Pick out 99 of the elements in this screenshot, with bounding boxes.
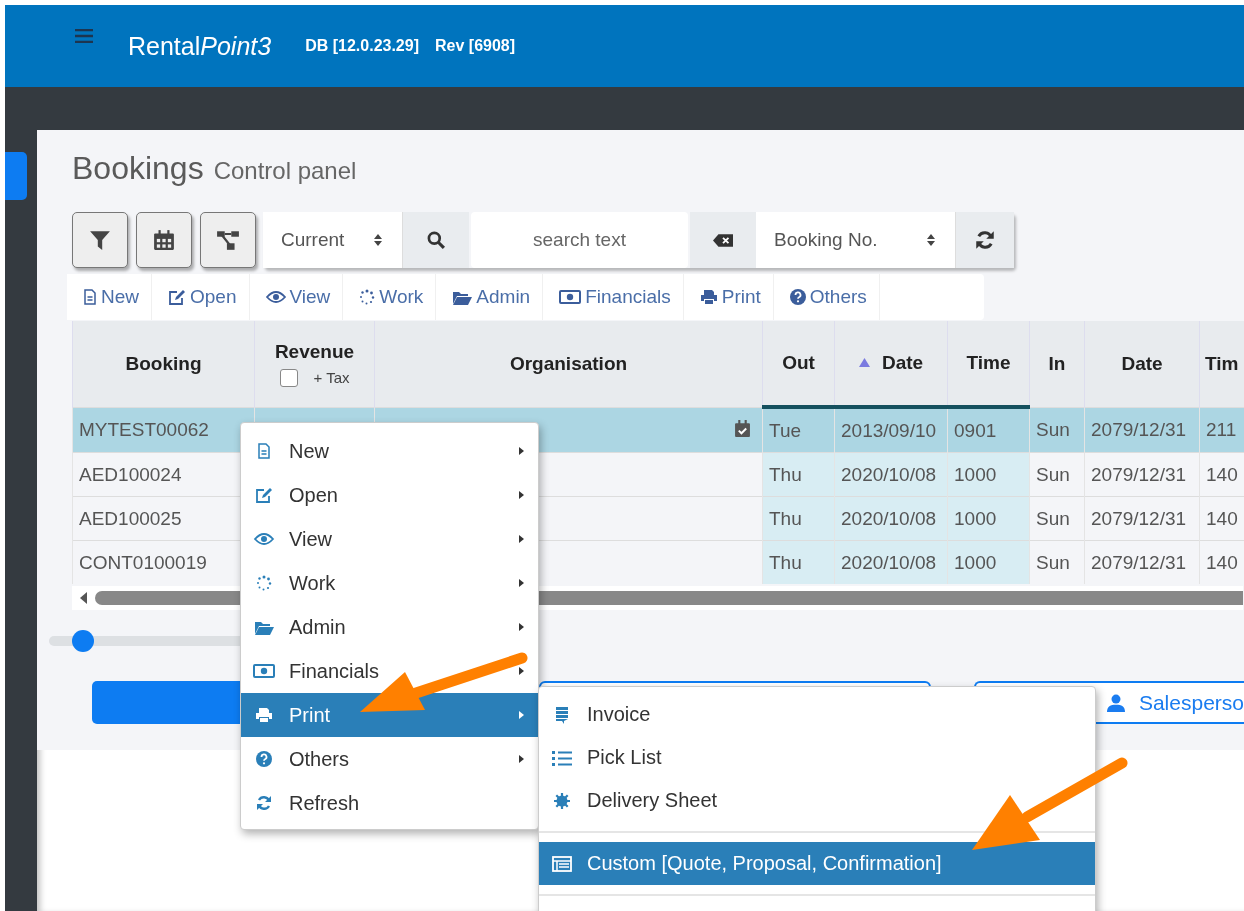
table-cell: 211 [1206,418,1237,440]
table-cell: MYTEST00062 [79,418,209,440]
page-subtitle: Control panel [213,157,357,185]
column-title: Organisation [509,352,628,374]
page-title: Bookings [72,150,204,187]
tax-checkbox[interactable] [279,368,298,387]
folder-icon [452,289,473,305]
menu-item[interactable]: Admin [241,605,538,649]
column-header[interactable]: Revenue + Tax [254,321,375,407]
help-icon [253,751,275,767]
table-cell: Thu [769,507,802,529]
column-title: Revenue [274,340,355,362]
column-title: Date [1121,352,1163,374]
spinner-icon [359,289,376,305]
table-cell: 0901 [954,419,997,441]
eye-icon [253,532,275,546]
table-cell: 140 [1206,507,1238,529]
printer-icon [699,289,718,305]
table-cell: Tue [769,419,802,441]
menu-item[interactable]: Pick List [539,736,1095,779]
app-logo-text: RentalPoint3 [128,31,272,61]
eye-icon [265,290,286,304]
table-cell: 1000 [954,551,997,573]
table-cell: 2013/09/10 [841,419,937,441]
menu-icon[interactable] [75,29,93,43]
status-select[interactable]: Current [263,212,403,268]
search-icon [427,231,445,249]
hierarchy-icon [216,229,240,251]
tax-label: + Tax [313,369,350,387]
column-header[interactable]: Date [834,321,948,407]
printer-icon [253,707,275,723]
menu-item[interactable]: Financials [241,649,538,693]
banknote-icon [253,664,275,678]
table-cell: 2079/12/31 [1091,418,1187,440]
menu-item[interactable]: Delivery Sheet [539,779,1095,822]
hierarchy-button[interactable] [200,212,256,268]
edit-icon [253,487,275,503]
action-button[interactable]: New [67,274,152,320]
menu-item[interactable]: Custom [Quote, Proposal, Confirmation] [539,842,1095,885]
revision-number: Rev [6908] [435,37,516,55]
backspace-icon [713,233,733,247]
column-header[interactable]: In [1029,321,1085,407]
updown-caret-icon [927,233,935,247]
table-cell: 2020/10/08 [841,463,937,485]
table-cell: 1000 [954,507,997,529]
refresh-button[interactable] [956,212,1014,268]
menu-item[interactable]: Refresh [241,781,538,825]
table-cell: 2079/12/31 [1091,551,1187,573]
column-header[interactable]: Tim [1199,321,1244,407]
menu-item[interactable]: Print [241,693,538,737]
edit-icon [168,289,186,305]
table-cell: CONT0100019 [79,551,207,573]
document-icon [83,289,97,305]
calendar-button[interactable] [136,212,192,268]
column-header[interactable]: Out [762,321,835,407]
column-title: Time [966,352,1011,373]
table-cell: Sun [1036,418,1070,440]
sort-select[interactable]: Booking No. [756,212,956,268]
folder-icon [253,619,275,635]
table-cell: Sun [1036,551,1070,573]
filter-button[interactable] [72,212,128,268]
column-title: Booking [125,352,202,374]
table-cell: AED100024 [79,463,182,485]
table-cell: 140 [1206,463,1238,485]
column-title: In [1048,352,1066,374]
list-icon [551,749,573,766]
refresh-icon [975,230,995,250]
column-title: Tim [1205,352,1239,374]
table-cell: 140 [1206,551,1238,573]
table-cell: 2020/10/08 [841,507,937,529]
table-cell: 2079/12/31 [1091,507,1187,529]
updown-caret-icon [374,233,382,247]
table-cell: 1000 [954,463,997,485]
table-cell: 2020/10/08 [841,551,937,573]
help-icon [789,289,806,305]
column-header[interactable]: Booking [72,321,255,407]
table-cell: Sun [1036,507,1070,529]
table-cell: Sun [1036,463,1070,485]
column-header[interactable]: Organisation [374,321,763,407]
column-header[interactable]: Date [1084,321,1200,407]
menu-item[interactable]: Others [241,737,538,781]
user-icon [1106,693,1125,712]
calendar-icon [153,229,175,251]
filter-icon [89,229,111,251]
column-title: Date [881,352,924,373]
slider-thumb[interactable] [72,630,95,652]
gear-icon [551,792,573,809]
table-cell: AED100025 [79,507,182,529]
table-cell: Thu [769,551,802,573]
db-version: DB [12.0.23.29] [305,37,419,55]
table-icon [551,855,573,872]
table-cell: Thu [769,463,802,485]
search-field[interactable]: search text [471,212,688,268]
column-header[interactable]: Time [947,321,1030,407]
column-title: Out [782,352,815,373]
clear-button[interactable] [690,212,756,268]
table-cell: 2079/12/31 [1091,463,1187,485]
banknote-icon [559,290,582,304]
search-button[interactable] [403,212,469,268]
